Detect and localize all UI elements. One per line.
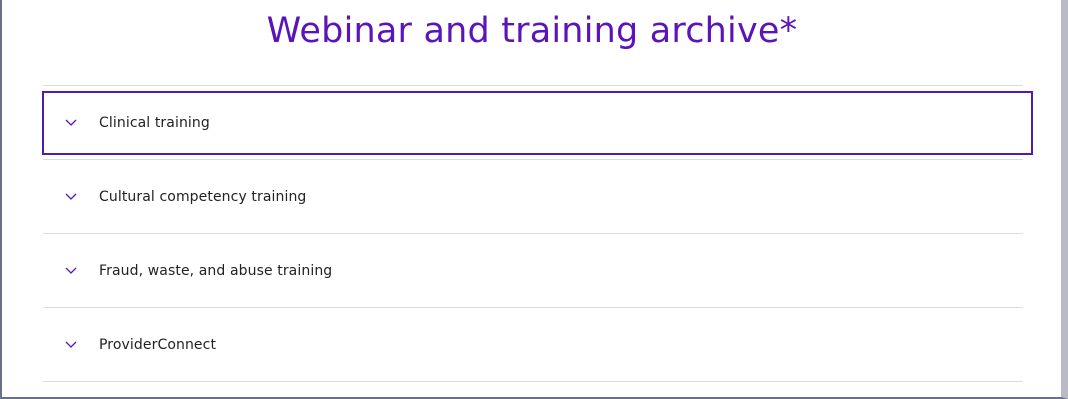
chevron-down-icon xyxy=(65,339,77,351)
accordion-item-label: Clinical training xyxy=(99,115,210,131)
accordion-slot: Clinical training xyxy=(42,86,1033,160)
accordion-item-cultural-competency-training[interactable]: Cultural competency training xyxy=(43,160,1023,234)
page-frame: Webinar and training archive* Clinical t… xyxy=(0,0,1068,399)
accordion-item-fraud-waste-abuse-training[interactable]: Fraud, waste, and abuse training xyxy=(43,234,1023,308)
accordion-item-clinical-training[interactable]: Clinical training xyxy=(42,91,1033,155)
accordion-item-label: Cultural competency training xyxy=(99,188,307,205)
training-accordion: Clinical training Cultural competency tr… xyxy=(42,85,1033,382)
chevron-down-icon xyxy=(65,191,77,203)
chevron-down-icon xyxy=(65,117,77,129)
accordion-item-providerconnect[interactable]: ProviderConnect xyxy=(43,308,1023,382)
page-title: Webinar and training archive* xyxy=(266,11,798,51)
chevron-down-icon xyxy=(65,265,77,277)
accordion-item-label: Fraud, waste, and abuse training xyxy=(99,262,333,279)
accordion-item-label: ProviderConnect xyxy=(99,336,217,353)
